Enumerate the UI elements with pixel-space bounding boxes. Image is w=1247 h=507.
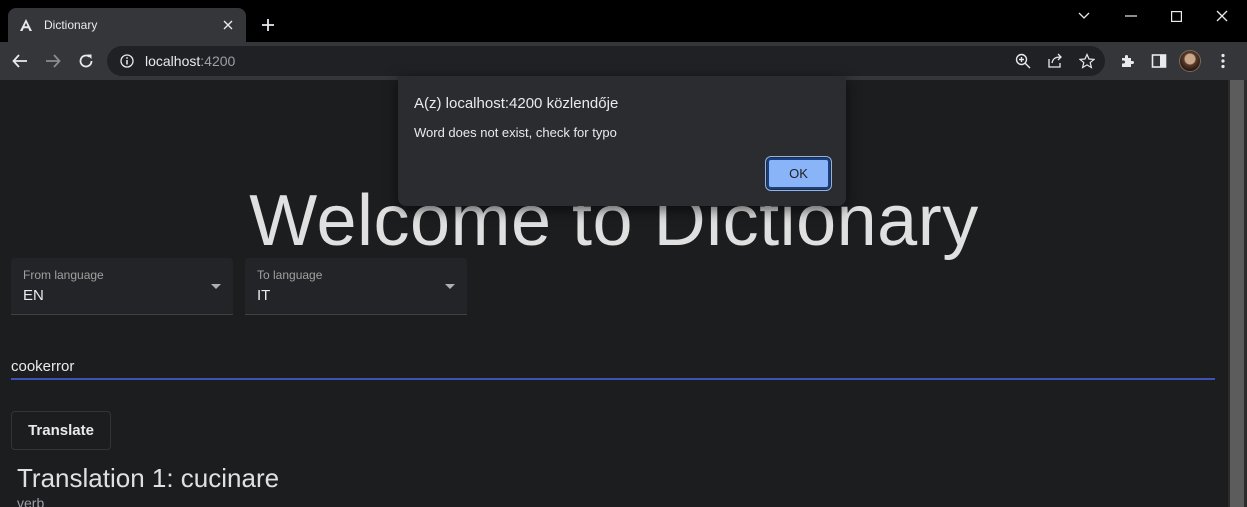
close-window-button[interactable] <box>1207 4 1237 28</box>
extensions-icon[interactable] <box>1115 49 1139 73</box>
browser-toolbar: localhost:4200 <box>0 42 1247 80</box>
menu-kebab-icon[interactable] <box>1211 49 1235 73</box>
new-tab-button[interactable] <box>256 13 280 37</box>
share-icon[interactable] <box>1043 49 1067 73</box>
page-scrollbar[interactable] <box>1228 80 1247 507</box>
url-host: localhost <box>145 53 201 69</box>
dialog-title: A(z) localhost:4200 közlendője <box>414 95 619 112</box>
scrollbar-thumb[interactable] <box>1230 80 1244 507</box>
url-port: :4200 <box>200 53 236 69</box>
close-tab-icon[interactable] <box>220 17 236 33</box>
minimize-button[interactable] <box>1116 4 1146 28</box>
translate-button[interactable]: Translate <box>11 411 111 450</box>
tab-search-icon[interactable] <box>1069 4 1099 28</box>
translation-title: Translation 1: cucinare <box>17 463 280 493</box>
dialog-message: Word does not exist, check for typo <box>414 125 617 140</box>
address-bar[interactable]: localhost:4200 <box>107 46 1105 76</box>
to-language-label: To language <box>257 268 323 282</box>
word-input[interactable] <box>11 354 1215 380</box>
translation-type: verb <box>17 495 45 507</box>
to-language-value: IT <box>257 287 271 304</box>
back-arrow-icon[interactable] <box>8 49 32 73</box>
to-language-select[interactable]: To language IT <box>245 258 467 315</box>
tab-dictionary[interactable]: Dictionary <box>8 8 246 42</box>
forward-arrow-icon[interactable] <box>41 49 65 73</box>
from-language-select[interactable]: From language EN <box>11 258 233 315</box>
bookmark-star-icon[interactable] <box>1075 49 1099 73</box>
dropdown-arrow-icon <box>211 284 221 289</box>
reload-icon[interactable] <box>74 49 98 73</box>
dropdown-arrow-icon <box>445 284 455 289</box>
from-language-label: From language <box>23 268 104 282</box>
dialog-ok-button[interactable]: OK <box>765 156 832 191</box>
profile-avatar[interactable] <box>1179 50 1201 72</box>
maximize-button[interactable] <box>1161 4 1191 28</box>
from-language-value: EN <box>23 287 44 304</box>
site-info-icon[interactable] <box>119 53 135 69</box>
zoom-icon[interactable] <box>1011 49 1035 73</box>
angular-icon <box>18 17 34 33</box>
url-text: localhost:4200 <box>145 53 235 69</box>
title-bar: Dictionary <box>0 0 1247 42</box>
tab-title: Dictionary <box>44 18 98 32</box>
side-panel-icon[interactable] <box>1147 49 1171 73</box>
